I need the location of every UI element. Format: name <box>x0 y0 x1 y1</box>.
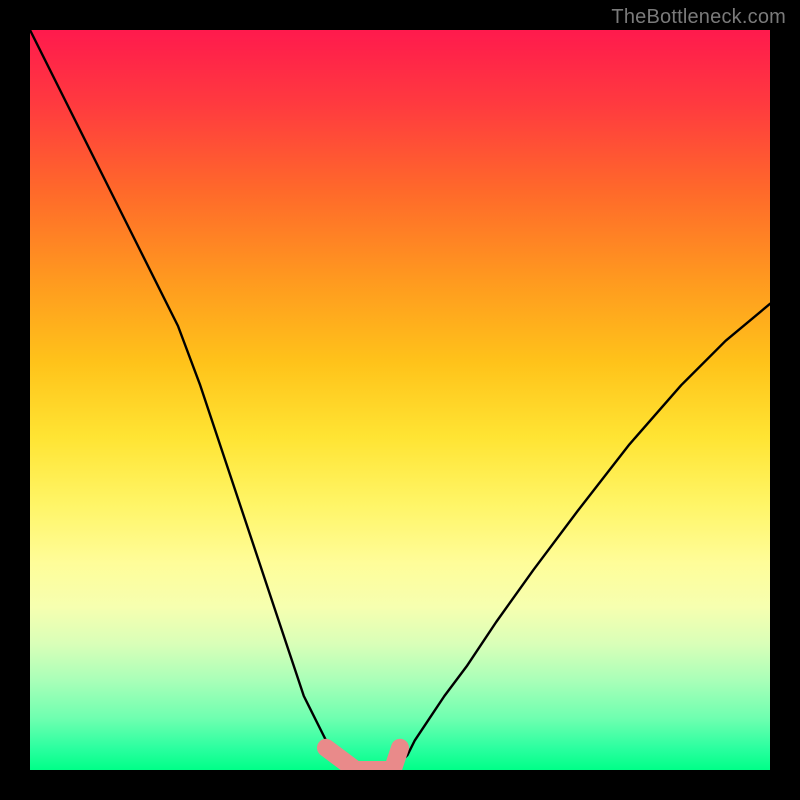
curve-left-path <box>30 30 356 770</box>
floor-segment-path <box>326 748 400 770</box>
curve-right-path <box>393 304 770 770</box>
chart-svg <box>30 30 770 770</box>
plot-area <box>30 30 770 770</box>
watermark-text: TheBottleneck.com <box>611 6 786 29</box>
chart-root: TheBottleneck.com <box>0 0 800 800</box>
